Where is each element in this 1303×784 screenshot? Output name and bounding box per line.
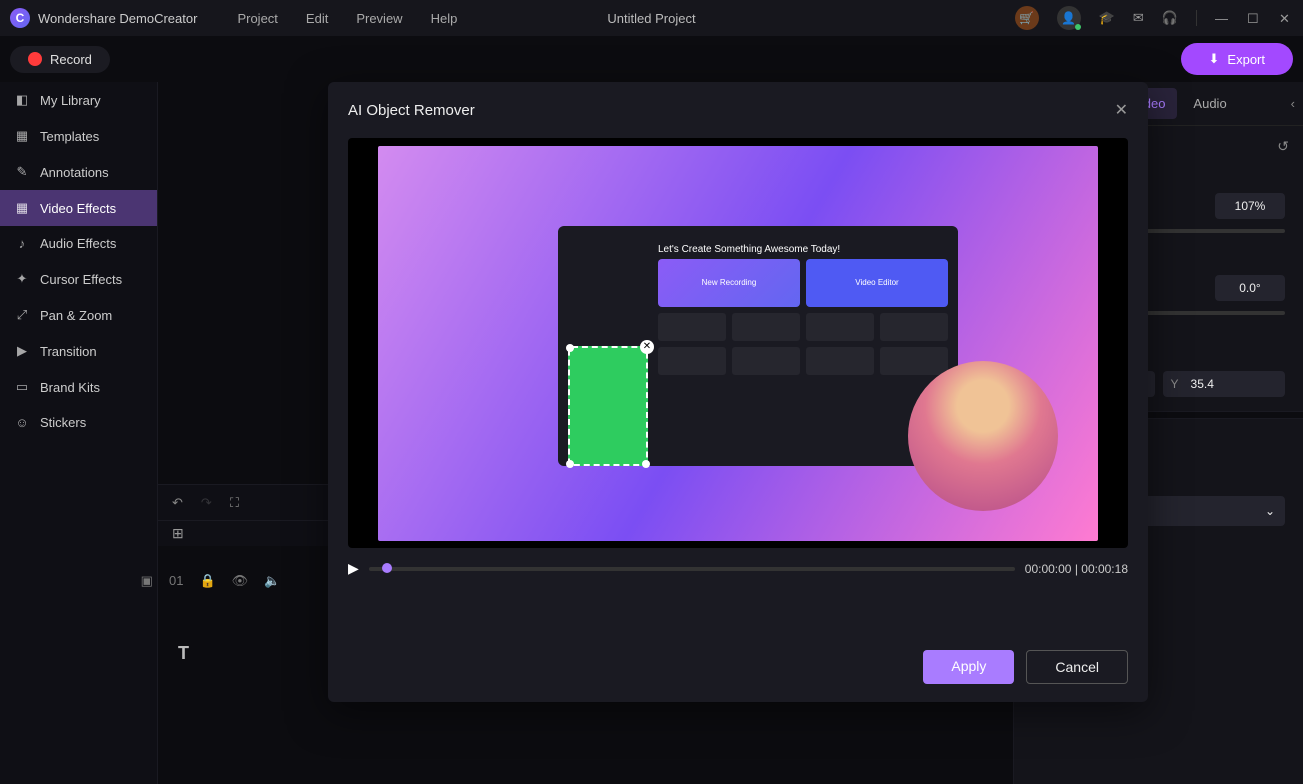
play-slider[interactable] xyxy=(369,567,1015,571)
cursor-effects-icon: ✦ xyxy=(14,271,30,287)
chevron-down-icon: ⌄ xyxy=(1265,504,1275,518)
export-button[interactable]: ⬇ Export xyxy=(1181,43,1293,75)
education-icon[interactable]: 🎓 xyxy=(1099,10,1115,26)
selection-remove-icon[interactable]: ✕ xyxy=(640,340,654,354)
modal-title: AI Object Remover xyxy=(348,102,475,119)
record-dot-icon xyxy=(28,52,42,66)
menubar: Project Edit Preview Help xyxy=(237,11,457,26)
stickers-icon: ☺ xyxy=(14,415,30,430)
record-button[interactable]: Record xyxy=(10,46,110,73)
sidebar-item-video-effects[interactable]: ▦Video Effects xyxy=(0,190,157,226)
sidebar-item-brand-kits[interactable]: ▭Brand Kits xyxy=(0,369,157,405)
transition-icon: ▶ xyxy=(14,343,30,359)
pan-zoom-icon: ⤢ xyxy=(14,307,30,323)
resize-handle-bl[interactable] xyxy=(566,460,574,468)
user-avatar-icon[interactable]: 👤 xyxy=(1057,6,1081,30)
apply-button[interactable]: Apply xyxy=(923,650,1014,684)
track-media-icon[interactable]: ▣ xyxy=(141,573,153,589)
menu-help[interactable]: Help xyxy=(431,11,458,26)
tab-audio[interactable]: Audio xyxy=(1181,88,1238,119)
app-logo: C xyxy=(10,8,30,28)
export-icon: ⬇ xyxy=(1209,51,1220,67)
cart-icon[interactable]: 🛒 xyxy=(1015,6,1039,30)
reset-icon[interactable]: ↺ xyxy=(1277,138,1289,155)
topbar: Record ⬇ Export xyxy=(0,36,1303,82)
track-lock-icon[interactable]: 🔒 xyxy=(199,573,215,589)
text-track-icon[interactable]: T xyxy=(178,643,189,664)
sidebar-item-pan-zoom[interactable]: ⤢Pan & Zoom xyxy=(0,297,157,333)
ai-object-remover-modal: AI Object Remover ✕ Let's Create Somethi… xyxy=(328,82,1148,702)
sidebar-item-cursor-effects[interactable]: ✦Cursor Effects xyxy=(0,261,157,297)
inner-tile-video-editor: Video Editor xyxy=(806,259,948,307)
crop-icon[interactable]: ⛶ xyxy=(230,495,239,511)
sidebar-item-audio-effects[interactable]: ♪Audio Effects xyxy=(0,226,157,261)
menu-project[interactable]: Project xyxy=(237,11,277,26)
maximize-icon[interactable]: ☐ xyxy=(1247,11,1261,25)
audio-effects-icon: ♪ xyxy=(14,236,30,251)
track-mute-icon[interactable]: 🔈 xyxy=(264,573,280,589)
pip-webcam xyxy=(908,361,1058,511)
headset-icon[interactable]: 🎧 xyxy=(1162,10,1178,26)
project-title: Untitled Project xyxy=(607,11,695,26)
resize-handle-br[interactable] xyxy=(642,460,650,468)
sidebar-item-transition[interactable]: ▶Transition xyxy=(0,333,157,369)
play-thumb[interactable] xyxy=(382,563,392,573)
menu-preview[interactable]: Preview xyxy=(356,11,402,26)
redo-icon[interactable]: ↷ xyxy=(201,495,212,511)
undo-icon[interactable]: ↶ xyxy=(172,495,183,511)
sidebar-item-library[interactable]: ◧My Library xyxy=(0,82,157,118)
templates-icon: ▦ xyxy=(14,128,30,144)
sidebar: ◧My Library ▦Templates ✎Annotations ▦Vid… xyxy=(0,82,158,784)
play-icon[interactable]: ▶ xyxy=(348,560,359,577)
minimize-icon[interactable]: — xyxy=(1215,11,1229,25)
inner-tile-new-recording: New Recording xyxy=(658,259,800,307)
add-track-icon[interactable]: ⊞ xyxy=(172,525,184,542)
track-visibility-icon[interactable]: 👁 xyxy=(232,573,249,589)
video-effects-icon: ▦ xyxy=(14,200,30,216)
close-icon[interactable]: ✕ xyxy=(1279,11,1293,25)
timecode: 00:00:00 | 00:00:18 xyxy=(1025,562,1128,576)
sidebar-item-annotations[interactable]: ✎Annotations xyxy=(0,154,157,190)
annotations-icon: ✎ xyxy=(14,164,30,180)
app-name: Wondershare DemoCreator xyxy=(38,11,197,26)
library-icon: ◧ xyxy=(14,92,30,108)
resize-handle-tl[interactable] xyxy=(566,344,574,352)
selection-box[interactable]: ✕ xyxy=(568,346,648,466)
rotation-value[interactable]: 0.0° xyxy=(1215,275,1285,301)
modal-preview[interactable]: Let's Create Something Awesome Today! Ne… xyxy=(348,138,1128,548)
sidebar-item-templates[interactable]: ▦Templates xyxy=(0,118,157,154)
preview-frame: Let's Create Something Awesome Today! Ne… xyxy=(378,146,1098,541)
modal-playbar: ▶ 00:00:00 | 00:00:18 xyxy=(348,560,1128,577)
center-area: AI Object Remover ✕ Let's Create Somethi… xyxy=(158,82,1013,784)
titlebar: C Wondershare DemoCreator Project Edit P… xyxy=(0,0,1303,36)
cancel-button[interactable]: Cancel xyxy=(1026,650,1128,684)
scale-value[interactable]: 107% xyxy=(1215,193,1285,219)
position-y-input[interactable]: Y35.4 xyxy=(1163,371,1286,397)
modal-close-icon[interactable]: ✕ xyxy=(1115,100,1128,120)
track-number: 01 xyxy=(169,573,183,589)
mail-icon[interactable]: ✉ xyxy=(1133,10,1144,26)
sidebar-item-stickers[interactable]: ☺Stickers xyxy=(0,405,157,440)
collapse-panel-icon[interactable]: ‹ xyxy=(1291,96,1295,111)
brand-kits-icon: ▭ xyxy=(14,379,30,395)
menu-edit[interactable]: Edit xyxy=(306,11,328,26)
